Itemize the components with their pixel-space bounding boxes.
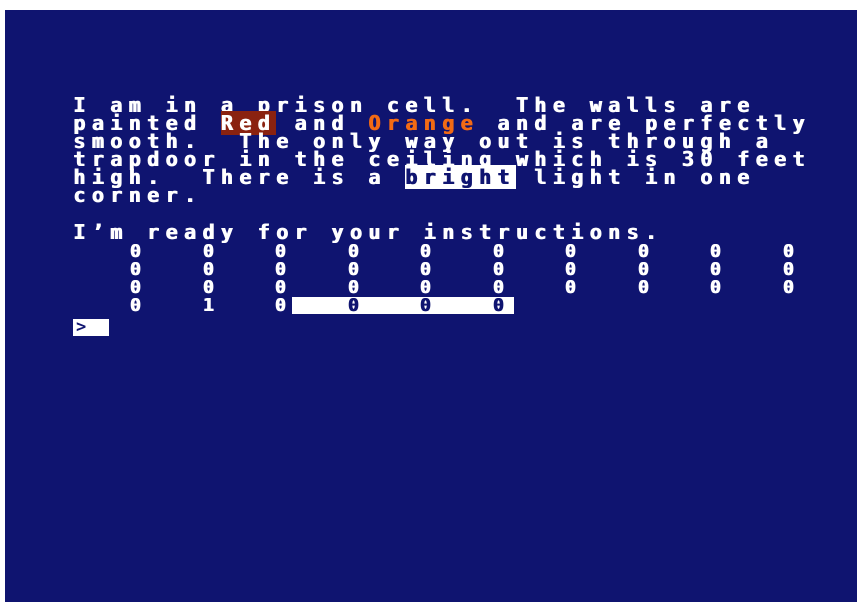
grid-cell: 0 xyxy=(782,277,794,298)
grid-cell: 0 xyxy=(564,277,576,298)
game-screen: I am in a prison cell. The walls are pai… xyxy=(5,10,857,602)
grid-cell: 1 xyxy=(202,295,214,316)
room-description-line-6: corner. xyxy=(73,183,203,207)
grid-cell: 0 xyxy=(129,295,141,316)
grid-cell: 0 xyxy=(347,295,359,316)
grid-cell: 0 xyxy=(419,295,431,316)
prompt-symbol: > xyxy=(76,317,87,337)
grid-cell: 0 xyxy=(709,277,721,298)
grid-row: 0 1 0 0 0 0 xyxy=(5,297,857,315)
grid-cell: 0 xyxy=(274,295,286,316)
grid-cell: 0 xyxy=(492,295,504,316)
text-segment: light in one xyxy=(515,165,756,189)
ready-message: I’m ready for your instructions. xyxy=(73,220,664,244)
command-input[interactable]: > xyxy=(73,319,109,336)
grid-cell: 0 xyxy=(637,277,649,298)
bright-word: bright xyxy=(404,165,516,189)
